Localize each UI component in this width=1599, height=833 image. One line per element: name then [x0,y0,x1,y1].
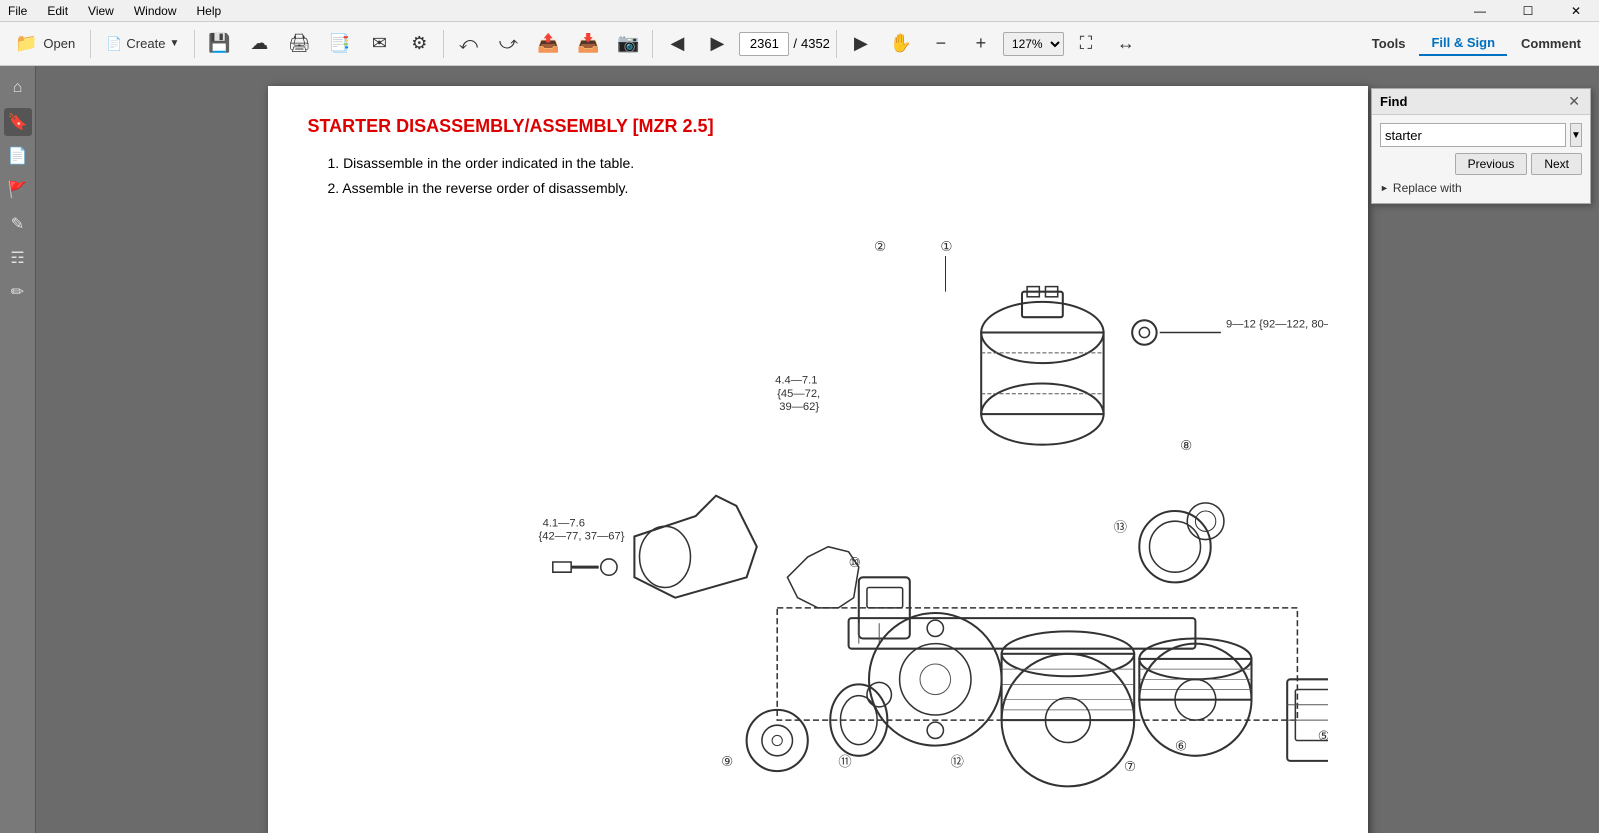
replace-triangle-icon: ► [1380,183,1389,193]
window-close[interactable]: ✕ [1553,0,1599,22]
redo-button[interactable]: ⤻ [490,27,526,61]
find-panel-header: Find ✕ [1372,89,1590,115]
separator-2 [194,30,195,58]
pdf-page: STARTER DISASSEMBLY/ASSEMBLY [MZR 2.5] 1… [268,86,1368,833]
find-search-input[interactable] [1380,123,1566,147]
sidebar-layers-icon[interactable]: ☶ [4,244,32,272]
menu-window[interactable]: Window [130,2,181,20]
email-button[interactable]: ✉ [361,27,397,61]
sidebar-bookmark-icon[interactable]: 🔖 [4,108,32,136]
step-2: 2. Assemble in the reverse order of disa… [328,176,1328,201]
hand-tool-button[interactable]: ✋ [883,27,919,61]
scan-button[interactable]: 📷 [610,27,646,61]
find-next-button[interactable]: Next [1531,153,1582,175]
sidebar-pen-icon[interactable]: ✎ [4,210,32,238]
svg-text:{45—72,: {45—72, [777,388,820,400]
create-button[interactable]: 📄 Create ▼ [97,27,188,61]
prev-page-button[interactable]: ◀ [659,27,695,61]
separator-3 [443,30,444,58]
find-panel: Find ✕ ▼ Previous Next ► Replace with [1371,88,1591,204]
svg-text:⑦: ⑦ [1124,759,1136,774]
page-input-group: / 4352 [739,32,830,56]
svg-text:⑧: ⑧ [1180,438,1192,453]
svg-text:⑫: ⑫ [950,754,963,769]
find-panel-body: ▼ Previous Next ► Replace with [1372,115,1590,203]
svg-text:{42—77, 37—67}: {42—77, 37—67} [538,531,624,543]
tab-fill-sign[interactable]: Fill & Sign [1419,31,1507,56]
svg-text:①: ① [940,239,952,254]
svg-text:⑨: ⑨ [721,754,733,769]
tab-tools[interactable]: Tools [1360,32,1418,55]
find-input-row: ▼ [1380,123,1582,147]
document-title: STARTER DISASSEMBLY/ASSEMBLY [MZR 2.5] [308,116,1328,137]
create-dropdown-icon: ▼ [169,38,179,49]
svg-text:9—12 {92—122, 80—106}: 9—12 {92—122, 80—106} [1226,319,1328,331]
create-icon: 📄 [106,36,122,52]
main-layout: ⌂ 🔖 📄 🚩 ✎ ☶ ✏ STARTER DISASSEMBLY/ASSEMB… [0,66,1599,833]
extract-button[interactable]: 📤 [530,27,566,61]
find-replace-row[interactable]: ► Replace with [1380,181,1582,195]
open-icon: 📁 [15,33,37,54]
cloud-save-button[interactable]: ☁ [241,27,277,61]
toolbar-right-tabs: Tools Fill & Sign Comment [1360,31,1593,56]
open-button[interactable]: 📁 Open [6,27,84,61]
diagram-svg: ① ② [308,221,1328,801]
properties-button[interactable]: 📑 [321,27,357,61]
find-dropdown-button[interactable]: ▼ [1570,123,1582,147]
toolbar: 📁 Open 📄 Create ▼ 💾 ☁ 🖨 📑 ✉ ⚙ ⤺ ⤻ 📤 📥 📷 … [0,22,1599,66]
step-1: 1. Disassemble in the order indicated in… [328,151,1328,176]
embed-button[interactable]: 📥 [570,27,606,61]
page-number-input[interactable] [739,32,789,56]
menu-edit[interactable]: Edit [43,2,72,20]
select-tool-button[interactable]: ▶ [843,27,879,61]
find-panel-title: Find [1380,94,1407,109]
content-area: STARTER DISASSEMBLY/ASSEMBLY [MZR 2.5] 1… [36,66,1599,833]
sidebar-pages-icon[interactable]: 📄 [4,142,32,170]
settings-button[interactable]: ⚙ [401,27,437,61]
undo-button[interactable]: ⤺ [450,27,486,61]
open-label: Open [43,36,75,51]
fit-page-button[interactable]: ⛶ [1068,27,1104,61]
sidebar-home-icon[interactable]: ⌂ [4,74,32,102]
separator-1 [90,30,91,58]
svg-text:4.4—7.1: 4.4—7.1 [775,375,817,387]
svg-text:4.1—7.6: 4.1—7.6 [542,518,584,530]
page-separator: / [793,36,797,51]
sidebar-edit-icon[interactable]: ✏ [4,278,32,306]
svg-text:②: ② [874,239,886,254]
window-minimize[interactable]: — [1457,0,1503,22]
fit-width-button[interactable]: ↔ [1108,27,1144,61]
separator-4 [652,30,653,58]
zoom-in-button[interactable]: + [963,27,999,61]
find-buttons-row: Previous Next [1380,153,1582,175]
sidebar-flag-icon[interactable]: 🚩 [4,176,32,204]
diagram-container: ① ② [308,221,1328,801]
print-button[interactable]: 🖨 [281,27,317,61]
replace-with-label: Replace with [1393,181,1462,195]
create-label: Create [126,36,165,51]
svg-text:39—62}: 39—62} [779,401,819,413]
left-sidebar: ⌂ 🔖 📄 🚩 ✎ ☶ ✏ [0,66,36,833]
svg-text:⑬: ⑬ [1113,520,1126,535]
save-button[interactable]: 💾 [201,27,237,61]
svg-text:⑪: ⑪ [838,754,851,769]
window-maximize[interactable]: ☐ [1505,0,1551,22]
menu-file[interactable]: File [4,2,31,20]
zoom-out-button[interactable]: − [923,27,959,61]
next-page-button[interactable]: ▶ [699,27,735,61]
document-steps: 1. Disassemble in the order indicated in… [328,151,1328,201]
zoom-select[interactable]: 127% 50% 75% 100% 150% 200% [1003,32,1064,56]
tab-comment[interactable]: Comment [1509,32,1593,55]
svg-text:⑥: ⑥ [1175,739,1187,754]
find-close-button[interactable]: ✕ [1566,93,1582,110]
find-previous-button[interactable]: Previous [1455,153,1528,175]
total-pages: 4352 [801,36,830,51]
menu-view[interactable]: View [84,2,118,20]
separator-5 [836,30,837,58]
menu-help[interactable]: Help [193,2,226,20]
menubar: File Edit View Window Help — ☐ ✕ [0,0,1599,22]
